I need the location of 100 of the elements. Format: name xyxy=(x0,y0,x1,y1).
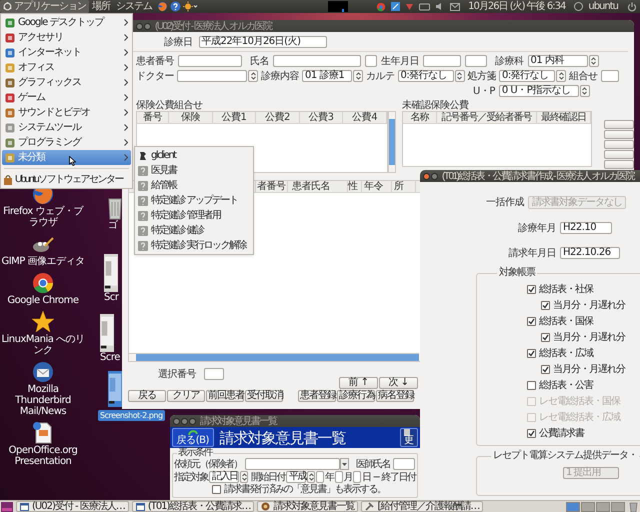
column-header[interactable]: 者番号 xyxy=(256,181,288,192)
column-header[interactable]: 所 xyxy=(392,181,416,192)
dropdown[interactable]: 平成 xyxy=(286,471,306,483)
dropdown[interactable]: 0 U・P指示なし xyxy=(498,85,579,97)
input-field[interactable] xyxy=(365,55,377,67)
battery-icon[interactable] xyxy=(419,2,430,11)
column-header[interactable]: 公費1 xyxy=(212,112,256,123)
envelope-icon[interactable] xyxy=(31,360,55,384)
menu-item[interactable]: 特定健診 健診 xyxy=(135,223,253,238)
column-header[interactable]: 年令 xyxy=(362,181,392,192)
input-field[interactable]: H22.10.26 xyxy=(560,247,620,259)
menu-item[interactable]: glclient xyxy=(135,148,253,163)
input-field[interactable] xyxy=(273,55,361,67)
column-header[interactable]: 最終確認日 xyxy=(537,112,591,123)
action-button[interactable]: 診療行為 xyxy=(337,390,375,402)
back-button[interactable]: 戻る(B) xyxy=(172,428,214,447)
menu-item[interactable]: 特定健診 実行ロック解除 xyxy=(135,238,253,253)
spin-button[interactable] xyxy=(307,471,315,483)
help-icon[interactable] xyxy=(170,1,181,12)
menu-item[interactable]: 特定健診 管理者用 xyxy=(135,208,253,223)
minimize-button[interactable] xyxy=(431,172,438,180)
menu-item[interactable]: サウンドとビデオ xyxy=(2,105,131,120)
column-header[interactable]: 性 xyxy=(348,181,362,192)
checkbox[interactable] xyxy=(541,364,550,374)
dropdown[interactable]: 01 診療1 xyxy=(302,70,352,82)
menu-item[interactable]: インターネット xyxy=(2,45,131,60)
taskbar-button[interactable]: [給付管理／介護報酬請… xyxy=(361,501,484,512)
scrollbar[interactable] xyxy=(388,111,396,173)
checkbox[interactable] xyxy=(527,380,536,390)
dropdown[interactable]: 0:発行なし xyxy=(398,70,454,82)
column-header[interactable]: 名称 xyxy=(403,112,437,123)
action-button[interactable]: 受付取消 xyxy=(245,390,283,402)
nav-button[interactable]: 前 ↑ xyxy=(339,377,378,389)
show-desktop-icon[interactable] xyxy=(1,502,13,512)
menu-item[interactable]: Ubuntuソフトウェアセンター xyxy=(1,172,132,187)
checkbox[interactable] xyxy=(541,300,550,310)
input-field[interactable] xyxy=(316,471,324,483)
menu-item[interactable]: 特定健診 アップデート xyxy=(135,193,253,208)
input-field[interactable] xyxy=(423,55,461,67)
spin-button[interactable] xyxy=(556,70,566,82)
network-icon[interactable] xyxy=(391,2,400,11)
workspace-button[interactable] xyxy=(581,502,595,512)
spin-button[interactable] xyxy=(248,70,258,82)
checkbox[interactable] xyxy=(527,348,536,358)
column-header[interactable]: 記号番号／受給者番号 xyxy=(437,112,537,123)
spin-button[interactable] xyxy=(454,70,464,82)
column-header[interactable]: 公費4 xyxy=(343,112,387,123)
spin-button[interactable] xyxy=(353,70,363,82)
column-header[interactable]: 番号 xyxy=(137,112,169,123)
menu-item[interactable]: オフィス xyxy=(2,60,131,75)
input-field[interactable] xyxy=(334,471,342,483)
close-button[interactable] xyxy=(423,172,430,180)
input-field[interactable] xyxy=(353,471,361,483)
spin-button[interactable] xyxy=(240,471,248,483)
spin-button[interactable] xyxy=(588,55,598,67)
panel-menu[interactable]: システム xyxy=(113,0,155,13)
checkbox[interactable] xyxy=(527,428,536,438)
scrollbar[interactable] xyxy=(129,353,419,361)
input-field[interactable] xyxy=(393,458,415,470)
taskbar-button[interactable]: (U02)受付 - 医療法人… xyxy=(16,501,129,512)
image-thumbnail-icon[interactable] xyxy=(100,314,114,352)
spin-button[interactable] xyxy=(580,85,590,97)
input-field[interactable] xyxy=(600,70,618,82)
dropdown-button[interactable] xyxy=(340,458,349,470)
power-icon[interactable] xyxy=(627,2,637,12)
combo-field[interactable] xyxy=(245,458,340,470)
column-header[interactable]: 保険 xyxy=(169,112,213,123)
user-name[interactable]: ubuntu xyxy=(588,1,618,12)
dropdown[interactable]: 記入日 xyxy=(209,471,239,483)
tricolor-circle-icon[interactable] xyxy=(376,2,386,12)
action-button[interactable]: 前回患者 xyxy=(206,390,244,402)
checkbox[interactable] xyxy=(541,332,550,342)
menu-item[interactable]: 給管帳 xyxy=(135,178,253,193)
panel-menu[interactable]: アプリケーション xyxy=(0,0,89,13)
input-field[interactable] xyxy=(465,55,487,67)
checkbox[interactable] xyxy=(212,485,221,494)
image-thumbnail-icon[interactable] xyxy=(104,254,118,292)
taskbar-button[interactable]: 請求対象意見書一覧 xyxy=(257,501,358,512)
checkbox[interactable] xyxy=(527,316,536,326)
clock[interactable]: 10月26日 (火) 午後 6:34 xyxy=(468,1,566,12)
image-thumbnail-icon[interactable] xyxy=(108,371,122,407)
column-header[interactable]: 公費3 xyxy=(300,112,344,123)
input-field[interactable] xyxy=(178,55,242,67)
dropdown[interactable]: 01 内科 xyxy=(528,55,588,67)
input-field[interactable]: 平成22年10月26日(火) xyxy=(198,36,326,48)
workspace-button[interactable] xyxy=(611,502,625,512)
menu-item[interactable]: 医見書 xyxy=(135,163,253,178)
minimize-button[interactable] xyxy=(144,22,151,30)
input-field[interactable] xyxy=(204,368,224,380)
checkbox[interactable] xyxy=(527,284,536,294)
input-field[interactable] xyxy=(177,70,247,82)
sun-icon[interactable] xyxy=(183,1,198,12)
menu-item[interactable]: プログラミング xyxy=(2,135,131,150)
column-header[interactable]: 公費2 xyxy=(256,112,300,123)
input-field[interactable]: H22.10 xyxy=(560,222,612,234)
taskbar-button[interactable]: (T01)総括表・公費請求… xyxy=(132,501,254,512)
trash-icon[interactable] xyxy=(108,196,122,220)
workspace-button[interactable] xyxy=(596,502,610,512)
tricolor-circle-icon[interactable] xyxy=(31,271,55,295)
action-button[interactable]: 病名登録 xyxy=(376,390,414,402)
